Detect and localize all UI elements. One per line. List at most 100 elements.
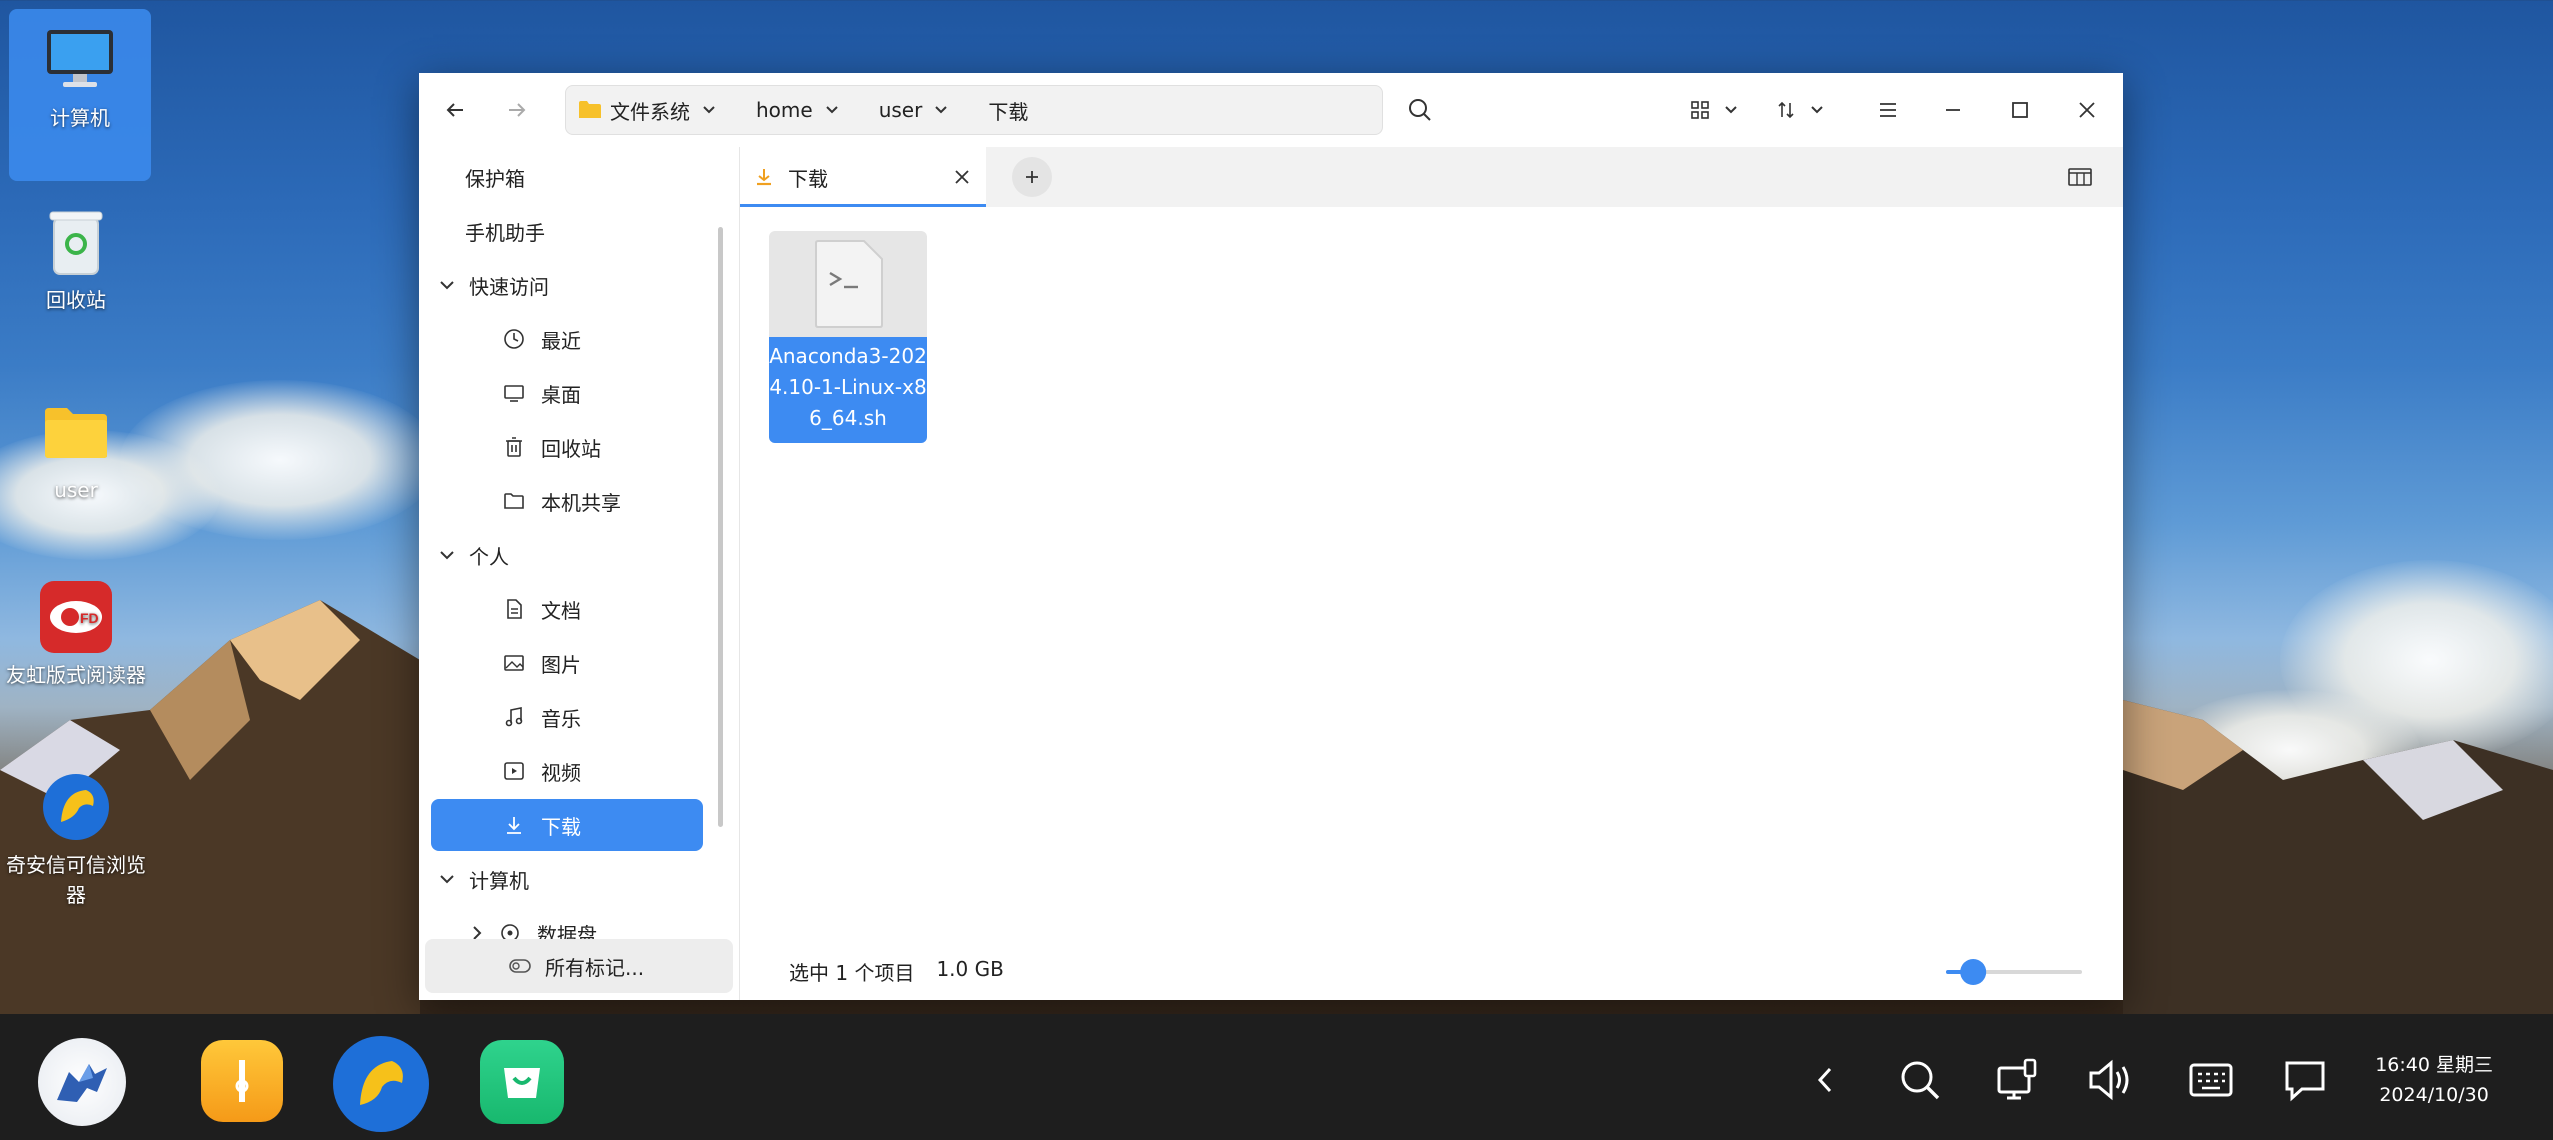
search-icon: [1409, 99, 1431, 121]
sidebar-item-label: 图片: [541, 652, 581, 677]
tab-active-indicator: [740, 204, 986, 207]
download-icon: [757, 169, 771, 186]
document-icon: [501, 596, 527, 622]
sidebar-section-quick-access[interactable]: 快速访问: [431, 259, 703, 311]
sidebar-item-desktop[interactable]: 桌面: [431, 367, 703, 419]
chevron-down-icon: [1725, 106, 1737, 114]
sidebar-item-downloads[interactable]: 下载: [431, 799, 703, 851]
address-bar[interactable]: 文件系统 home user 下载: [565, 85, 1383, 135]
browser-icon: [39, 770, 113, 844]
sidebar-item-videos[interactable]: 视频: [431, 745, 703, 797]
desktop-icon-label: 回收站: [46, 288, 106, 312]
network-icon[interactable]: [1992, 1055, 2042, 1105]
sidebar-scrollbar[interactable]: [718, 227, 723, 827]
selection-status: 选中 1 个项目: [789, 961, 915, 985]
terminal-script-icon: [815, 240, 883, 328]
sidebar-section-computer[interactable]: 计算机: [431, 853, 703, 905]
sidebar-item-local-share[interactable]: 本机共享: [431, 475, 703, 527]
tab-downloads[interactable]: 下载: [740, 147, 986, 207]
browser-icon[interactable]: [333, 1036, 429, 1132]
minimize-icon: [1946, 109, 1960, 111]
mountain-right: [2123, 700, 2553, 1020]
selection-size: 1.0 GB: [936, 957, 1004, 981]
detail-view-toggle[interactable]: [2066, 163, 2094, 191]
breadcrumb-label: home: [756, 98, 813, 122]
sidebar-item-phone-assistant[interactable]: 手机助手: [431, 205, 703, 257]
maximize-icon: [2012, 102, 2028, 118]
desktop-icon: [501, 380, 527, 406]
breadcrumb-downloads[interactable]: 下载: [980, 86, 1036, 134]
sidebar-item-label: 最近: [541, 328, 581, 353]
download-icon: [501, 812, 527, 838]
sidebar-divider: [739, 147, 740, 1000]
new-tab-button[interactable]: [1012, 157, 1052, 197]
sidebar-item-label: 手机助手: [465, 220, 545, 245]
sidebar-item-recent[interactable]: 最近: [431, 313, 703, 365]
file-item[interactable]: Anaconda3-2024.10-1-Linux-x86_64.sh: [769, 231, 927, 443]
search-button[interactable]: [1395, 87, 1445, 133]
close-icon: [2079, 102, 2095, 118]
zoom-slider-handle[interactable]: [1960, 959, 1987, 985]
arrow-left-icon: [446, 103, 463, 117]
folder-icon: [579, 101, 601, 118]
file-name: Anaconda3-2024.10-1-Linux-x86_64.sh: [769, 337, 927, 443]
view-mode-button[interactable]: [1684, 87, 1744, 133]
close-icon[interactable]: [954, 169, 970, 185]
chevron-down-icon[interactable]: [698, 99, 720, 121]
file-manager-window: 文件系统 home user 下载 保护箱 手机助手 快速访问 最近 桌面 回收…: [419, 73, 2123, 1000]
search-icon[interactable]: [1895, 1055, 1945, 1105]
breadcrumb-filesystem[interactable]: 文件系统: [566, 86, 748, 134]
sort-icon: [1778, 101, 1794, 119]
folder-icon: [501, 488, 527, 514]
status-bar: 选中 1 个项目 1.0 GB: [789, 957, 1004, 986]
tag-icon: [509, 959, 531, 973]
music-icon: [501, 704, 527, 730]
sidebar-section-personal[interactable]: 个人: [431, 529, 703, 581]
desktop-icon-ofd-reader[interactable]: FD 友虹版式阅读器: [5, 580, 147, 690]
all-tags-label: 所有标记...: [545, 955, 645, 980]
app-store-icon[interactable]: [480, 1040, 564, 1124]
title-bar: 文件系统 home user 下载: [419, 73, 2123, 147]
minimize-button[interactable]: [1928, 87, 1978, 133]
back-button[interactable]: [431, 87, 481, 133]
video-icon: [501, 758, 527, 784]
sidebar-item-music[interactable]: 音乐: [431, 691, 703, 743]
desktop-icon-computer[interactable]: 计算机: [9, 9, 151, 181]
forward-button[interactable]: [491, 87, 541, 133]
chevron-down-icon[interactable]: [821, 99, 843, 121]
desktop-icon-browser[interactable]: 奇安信可信浏览器: [5, 770, 147, 910]
trash-icon: [501, 434, 527, 460]
menu-button[interactable]: [1863, 87, 1913, 133]
sidebar-item-label: 保护箱: [465, 166, 525, 191]
sidebar-item-trash[interactable]: 回收站: [431, 421, 703, 473]
sidebar-item-vault[interactable]: 保护箱: [431, 151, 703, 203]
sort-button[interactable]: [1770, 87, 1830, 133]
all-tags-button[interactable]: 所有标记...: [425, 939, 733, 993]
chevron-left-icon[interactable]: [1800, 1055, 1850, 1105]
chevron-down-icon: [440, 281, 454, 290]
sidebar-item-documents[interactable]: 文档: [431, 583, 703, 635]
folder-icon: [39, 395, 113, 469]
notification-icon[interactable]: [2280, 1055, 2330, 1105]
desktop-icon-label: 计算机: [50, 106, 110, 130]
desktop-icon-label: 奇安信可信浏览器: [6, 853, 146, 907]
clock[interactable]: 16:40 星期三 2024/10/30: [2375, 1050, 2493, 1110]
launcher-icon[interactable]: [38, 1038, 126, 1126]
keyboard-icon[interactable]: [2186, 1055, 2236, 1105]
tab-bar: 下载: [740, 147, 2123, 207]
zoom-slider[interactable]: [1944, 958, 2084, 986]
close-button[interactable]: [2062, 87, 2112, 133]
panel-icon: [2068, 168, 2092, 186]
sidebar-item-label: 桌面: [541, 382, 581, 407]
breadcrumb-user[interactable]: user: [871, 86, 981, 134]
tab-label: 下载: [788, 166, 828, 191]
volume-icon[interactable]: [2087, 1055, 2137, 1105]
desktop-icon-trash[interactable]: 回收站: [5, 205, 147, 315]
sidebar-item-pictures[interactable]: 图片: [431, 637, 703, 689]
chevron-down-icon[interactable]: [930, 99, 952, 121]
breadcrumb-home[interactable]: home: [748, 86, 871, 134]
maximize-button[interactable]: [1995, 87, 2045, 133]
file-manager-icon[interactable]: [201, 1040, 283, 1122]
desktop-icon-user-folder[interactable]: user: [5, 395, 147, 505]
desktop-icon-label: user: [54, 478, 98, 502]
